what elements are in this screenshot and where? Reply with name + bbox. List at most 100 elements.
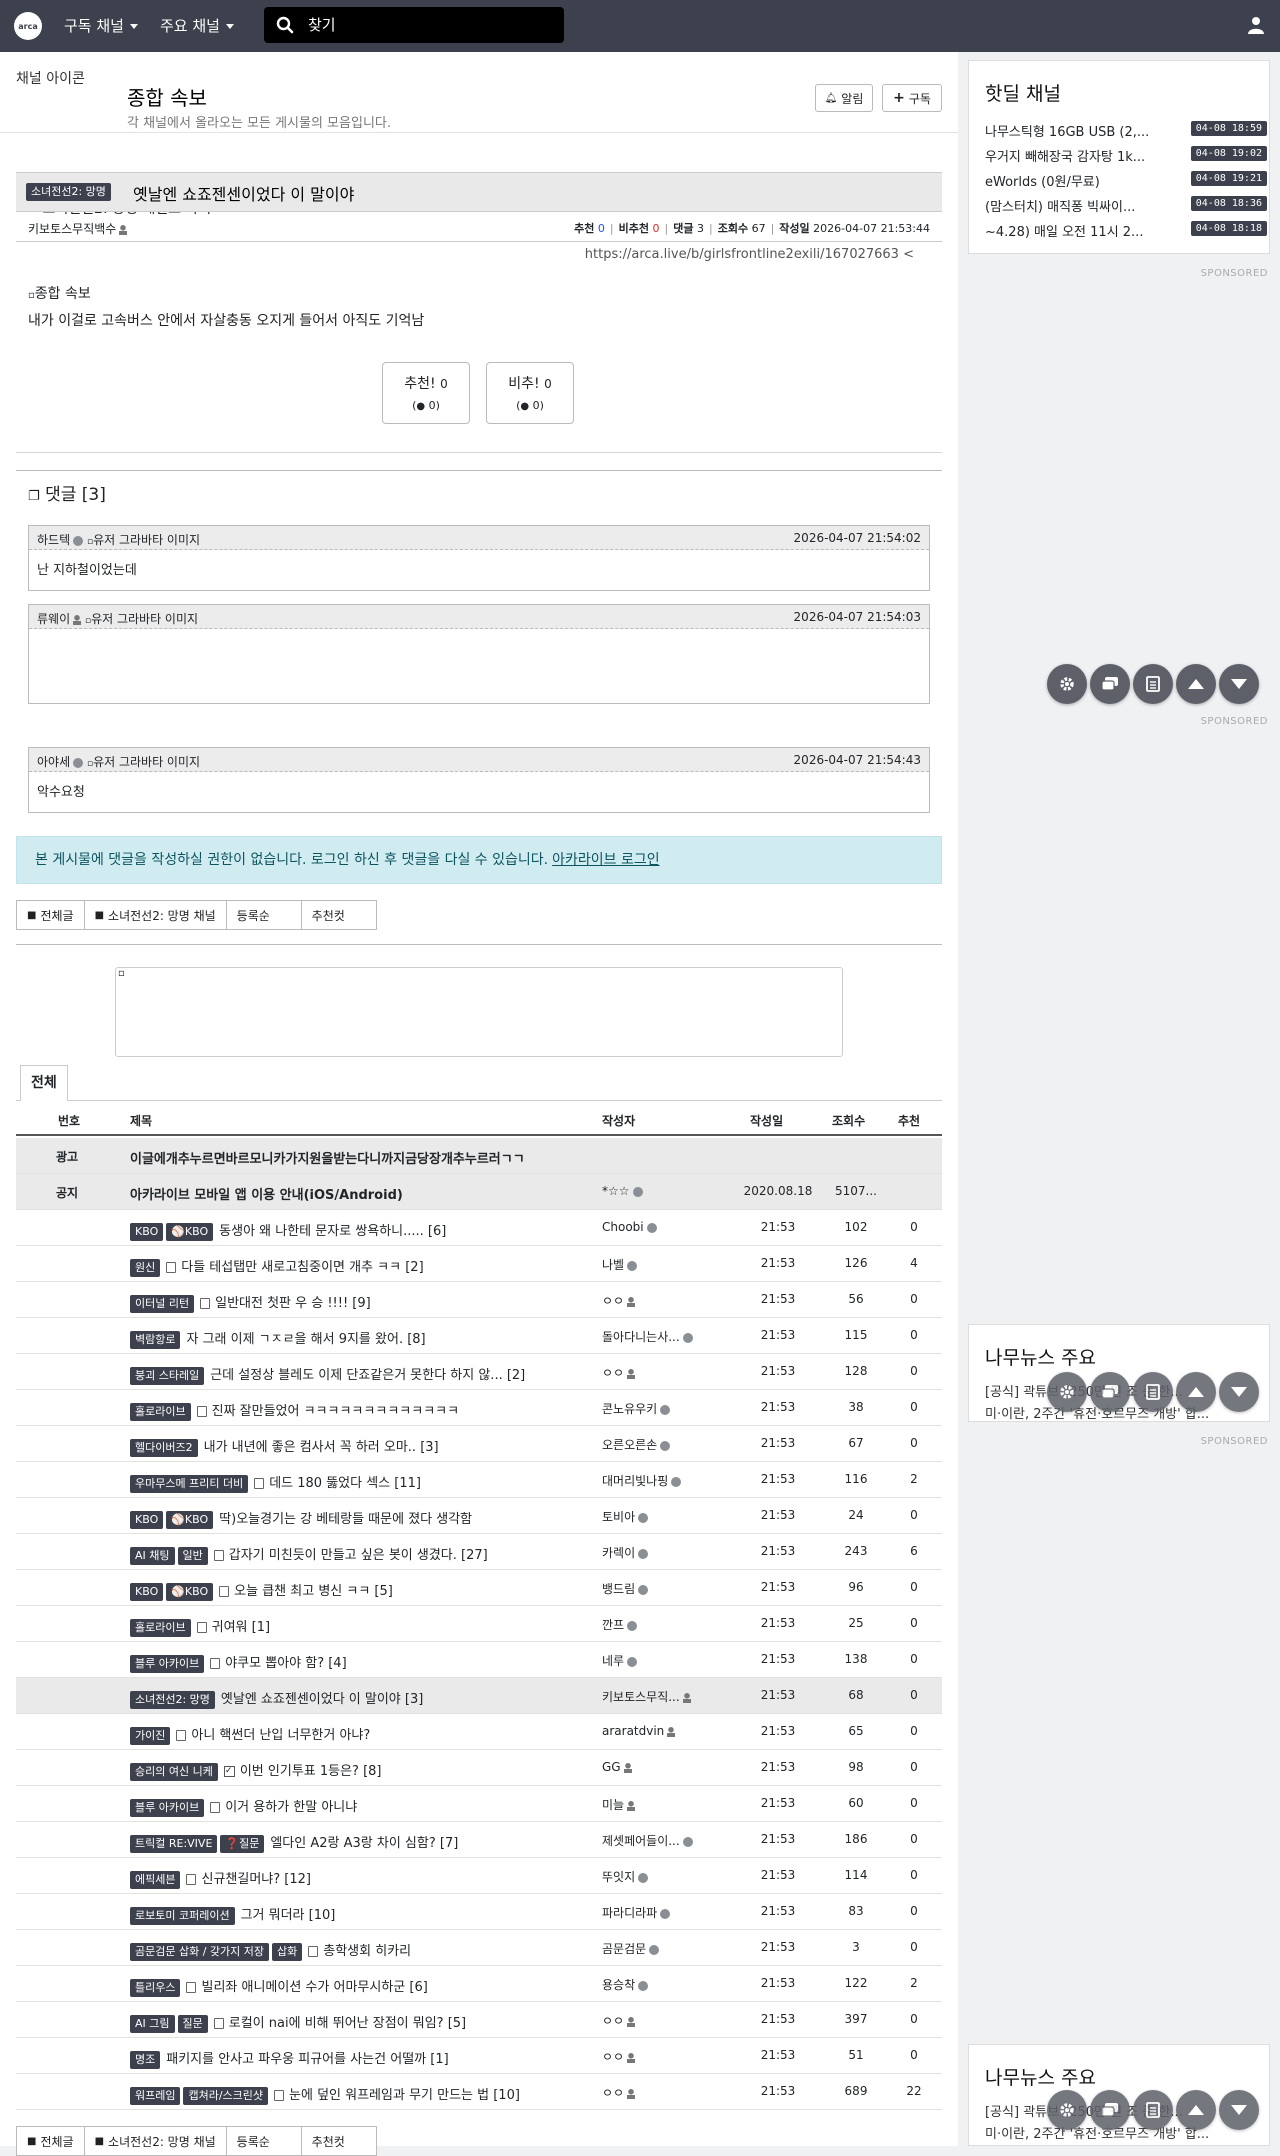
category-badge[interactable]: 에픽세븐 <box>130 1870 181 1889</box>
table-row[interactable]: 블루 아카이브 야쿠모 뽑아야 함? [4] 네루 21:53 138 0 <box>16 1642 942 1678</box>
category-badge[interactable]: AI 채팅 <box>130 1546 175 1565</box>
filter-channel[interactable]: ■ 소녀전선2: 망명 채널 <box>83 900 227 930</box>
ad-banner[interactable]: ▫ <box>115 967 843 1057</box>
row-author[interactable]: 뱅드림 <box>602 1580 720 1597</box>
table-row[interactable]: AI 채팅 일반 갑자기 미친듯이 만들고 싶은 봇이 생겼다. [27] 카렉이 21… <box>16 1534 942 1570</box>
site-logo[interactable]: arca <box>14 12 42 40</box>
table-row[interactable]: 승리의 여신 니케 ✓ 이번 인기투표 1등은? [8] GG 21:53 98 0 <box>16 1750 942 1786</box>
row-author[interactable]: 제셋페어들이... <box>602 1832 720 1849</box>
category-badge[interactable]: 홀로라이브 <box>130 1618 191 1637</box>
category-badge[interactable]: 원신 <box>130 1258 161 1277</box>
table-row[interactable]: 홀로라이브 진짜 잘만들었어 ㅋㅋㅋㅋㅋㅋㅋㅋㅋㅋㅋㅋㅋ 콘노유우키 21:53 38 0 <box>16 1390 942 1426</box>
upvote-button[interactable]: 추천! 0 (● 0) <box>382 362 470 424</box>
row-author[interactable]: araratdvin <box>602 1724 720 1738</box>
row-author[interactable]: 돌아다니는사... <box>602 1328 720 1345</box>
comment-author[interactable]: 하드텍 ▫유저 그라바타 이미지 <box>37 531 200 548</box>
category-badge[interactable]: 곰문검문 삽화 / 갖가지 저장 <box>130 1942 270 1961</box>
table-row[interactable]: 에픽세븐 신규챈길머냐? [12] 뚜잇지 21:53 114 0 <box>16 1858 942 1894</box>
row-title[interactable]: 가이진 아니 핵썬더 난입 너무한거 아냐? <box>130 1724 610 1745</box>
row-title[interactable]: AI 채팅 일반 갑자기 미친듯이 만들고 싶은 봇이 생겼다. [27] <box>130 1544 610 1565</box>
category-badge[interactable]: 소녀전선2: 망명 <box>130 1690 215 1709</box>
category-badge[interactable]: ⚾KBO <box>166 1222 214 1241</box>
row-author[interactable]: 대머리빛나핑 <box>602 1472 720 1489</box>
scroll-top-fab[interactable] <box>1176 664 1216 704</box>
table-row[interactable]: 블루 아카이브 이거 용하가 한말 아니냐 미늘 21:53 60 0 <box>16 1786 942 1822</box>
user-icon[interactable] <box>1248 16 1264 34</box>
row-title[interactable]: 홀로라이브 진짜 잘만들었어 ㅋㅋㅋㅋㅋㅋㅋㅋㅋㅋㅋㅋㅋ <box>130 1400 610 1421</box>
category-badge[interactable]: KBO <box>130 1222 164 1241</box>
comment-author[interactable]: 류웨이 ▫유저 그라바타 이미지 <box>37 610 198 627</box>
table-row[interactable]: 원신 다들 테섭탭만 새로고침중이면 개추 ㅋㅋ [2] 나벨 21:53 126 4 <box>16 1246 942 1282</box>
table-row[interactable]: 로보토미 코퍼레이션 그거 뭐더라 [10] 파라디라파 21:53 83 0 <box>16 1894 942 1930</box>
row-title[interactable]: 승리의 여신 니케 ✓ 이번 인기투표 1등은? [8] <box>130 1760 610 1781</box>
category-badge[interactable]: 명조 <box>130 2050 161 2069</box>
hotdeal-item[interactable]: 우거지 빼해장국 감자탕 1k... 04-08 19:02 <box>985 146 1267 165</box>
table-row[interactable]: 붕괴 스타레일 근데 설정상 블레도 이제 단죠같은거 못한다 하지 않... [… <box>16 1354 942 1390</box>
share-icon[interactable]: < <box>903 247 914 262</box>
main-channels-menu[interactable]: 주요 채널 <box>160 0 234 52</box>
notice-row[interactable]: 공지 아카라이브 모바일 앱 이용 안내(iOS/Android) *☆☆ 20… <box>16 1174 942 1210</box>
row-author[interactable]: ㅇㅇ <box>602 2048 720 2065</box>
category-badge[interactable]: 틀리우스 <box>130 1978 181 1997</box>
table-row[interactable]: 우마무스메 프리티 더비 데드 180 뚫었다 섹스 [11] 대머리빛나핑 21:5… <box>16 1462 942 1498</box>
news-title[interactable]: 나무뉴스 주요 <box>985 2063 1096 2090</box>
row-title[interactable]: 벽람항로 자 그래 이제 ㄱㅈㄹ을 해서 9지를 왔어. [8] <box>130 1328 610 1349</box>
list-fab[interactable] <box>1133 664 1173 704</box>
search-icon[interactable] <box>276 16 294 34</box>
table-row[interactable]: 벽람항로 자 그래 이제 ㄱㅈㄹ을 해서 9지를 왔어. [8] 돌아다니는사...… <box>16 1318 942 1354</box>
row-title[interactable]: 틀리우스 빌리좌 애니메이션 수가 어마무시하군 [6] <box>130 1976 610 1997</box>
row-author[interactable]: 용승착 <box>602 1976 720 1993</box>
comments-fab[interactable] <box>1090 2090 1130 2130</box>
ad-row[interactable]: 광고 이글에개추누르면바르모니카가지원을받는다니까지금당장개추누르러ㄱㄱ <box>16 1138 942 1174</box>
filter-all-posts[interactable]: ■ 전체글 <box>16 2126 85 2156</box>
comments-fab[interactable] <box>1090 1372 1130 1412</box>
channel-title[interactable]: 종합 속보 <box>127 82 207 111</box>
category-badge[interactable]: 벽람항로 <box>130 1330 181 1349</box>
best-cut-select[interactable]: 추천컷 <box>300 2126 377 2156</box>
table-row[interactable]: 틀리우스 빌리좌 애니메이션 수가 어마무시하군 [6] 용승착 21:53 122 2 <box>16 1966 942 2002</box>
row-title[interactable]: KBO ⚾KBO 오늘 큽챈 최고 병신 ㅋㅋ [5] <box>130 1580 610 1601</box>
table-row[interactable]: 곰문검문 삽화 / 갖가지 저장 삽화 총학생회 히카리 곰문검문 21:53 3 0 <box>16 1930 942 1966</box>
row-title[interactable]: 우마무스메 프리티 더비 데드 180 뚫었다 섹스 [11] <box>130 1472 610 1493</box>
row-title[interactable]: KBO ⚾KBO 딱)오늘경기는 강 베테랑들 때문에 졌다 생각함 <box>130 1508 610 1529</box>
hotdeal-item[interactable]: 나무스틱형 16GB USB (2,... 04-08 18:59 <box>985 121 1267 140</box>
table-row[interactable]: 명조 패키지를 안사고 파우웅 피규어를 사는건 어떨까 [1] ㅇㅇ 21:53 51… <box>16 2038 942 2074</box>
row-author[interactable]: Choobi <box>602 1220 720 1234</box>
category-badge[interactable]: 로보토미 코퍼레이션 <box>130 1906 235 1925</box>
subscribe-button[interactable]: + 구독 <box>882 84 942 112</box>
row-author[interactable]: 네루 <box>602 1652 720 1669</box>
scroll-bottom-fab[interactable] <box>1219 664 1259 704</box>
hotdeal-title[interactable]: 핫딜 채널 <box>985 79 1061 106</box>
row-title[interactable]: 로보토미 코퍼레이션 그거 뭐더라 [10] <box>130 1904 610 1925</box>
category-badge[interactable]: AI 그림 <box>130 2014 175 2033</box>
row-author[interactable]: 토비아 <box>602 1508 720 1525</box>
subscribed-channels-menu[interactable]: 구독 채널 <box>64 0 138 52</box>
table-row[interactable]: 홀로라이브 귀여워 [1] 깐프 21:53 25 0 <box>16 1606 942 1642</box>
category-badge[interactable]: ⚾KBO <box>166 1582 214 1601</box>
hotdeal-item[interactable]: eWorlds (0원/무료) 04-08 19:21 <box>985 171 1267 190</box>
row-title[interactable]: KBO ⚾KBO 동생아 왜 나한테 문자로 쌍욕하니..... [6] <box>130 1220 610 1241</box>
table-row[interactable]: 가이진 아니 핵썬더 난입 너무한거 아냐? araratdvin 21:53 65 0 <box>16 1714 942 1750</box>
comments-fab[interactable] <box>1090 664 1130 704</box>
row-author[interactable]: 콘노유우키 <box>602 1400 720 1417</box>
scroll-top-fab[interactable] <box>1176 2090 1216 2130</box>
list-fab[interactable] <box>1133 1372 1173 1412</box>
settings-fab[interactable] <box>1047 664 1087 704</box>
category-badge[interactable]: 우마무스메 프리티 더비 <box>130 1474 249 1493</box>
table-row[interactable]: 헬다이버즈2 내가 내년에 좋은 컴사서 꼭 하러 오마.. [3] 오른오른손 21… <box>16 1426 942 1462</box>
row-author[interactable]: 나벨 <box>602 1256 720 1273</box>
category-badge[interactable]: 이터널 리턴 <box>130 1294 195 1313</box>
row-title[interactable]: 소녀전선2: 망명 옛날엔 쇼죠젠센이었다 이 말이야 [3] <box>130 1688 610 1709</box>
row-author[interactable]: 키보토스무직... <box>602 1688 720 1705</box>
row-title[interactable]: 명조 패키지를 안사고 파우웅 피규어를 사는건 어떨까 [1] <box>130 2048 610 2069</box>
category-badge[interactable]: 워프레임 <box>130 2086 181 2105</box>
news-title[interactable]: 나무뉴스 주요 <box>985 1343 1096 1370</box>
category-badge[interactable]: ❓질문 <box>220 1834 265 1853</box>
row-title[interactable]: 블루 아카이브 야쿠모 뽑아야 함? [4] <box>130 1652 610 1673</box>
category-badge[interactable]: 캡쳐라/스크린샷 <box>183 2086 269 2105</box>
row-author[interactable]: ㅇㅇ <box>602 1364 720 1381</box>
category-badge[interactable]: 승리의 여신 니케 <box>130 1762 218 1781</box>
filter-channel[interactable]: ■ 소녀전선2: 망명 채널 <box>83 2126 227 2156</box>
category-badge[interactable]: 트릭컬 RE:VIVE <box>130 1834 218 1853</box>
category-badge[interactable]: 질문 <box>177 2014 208 2033</box>
